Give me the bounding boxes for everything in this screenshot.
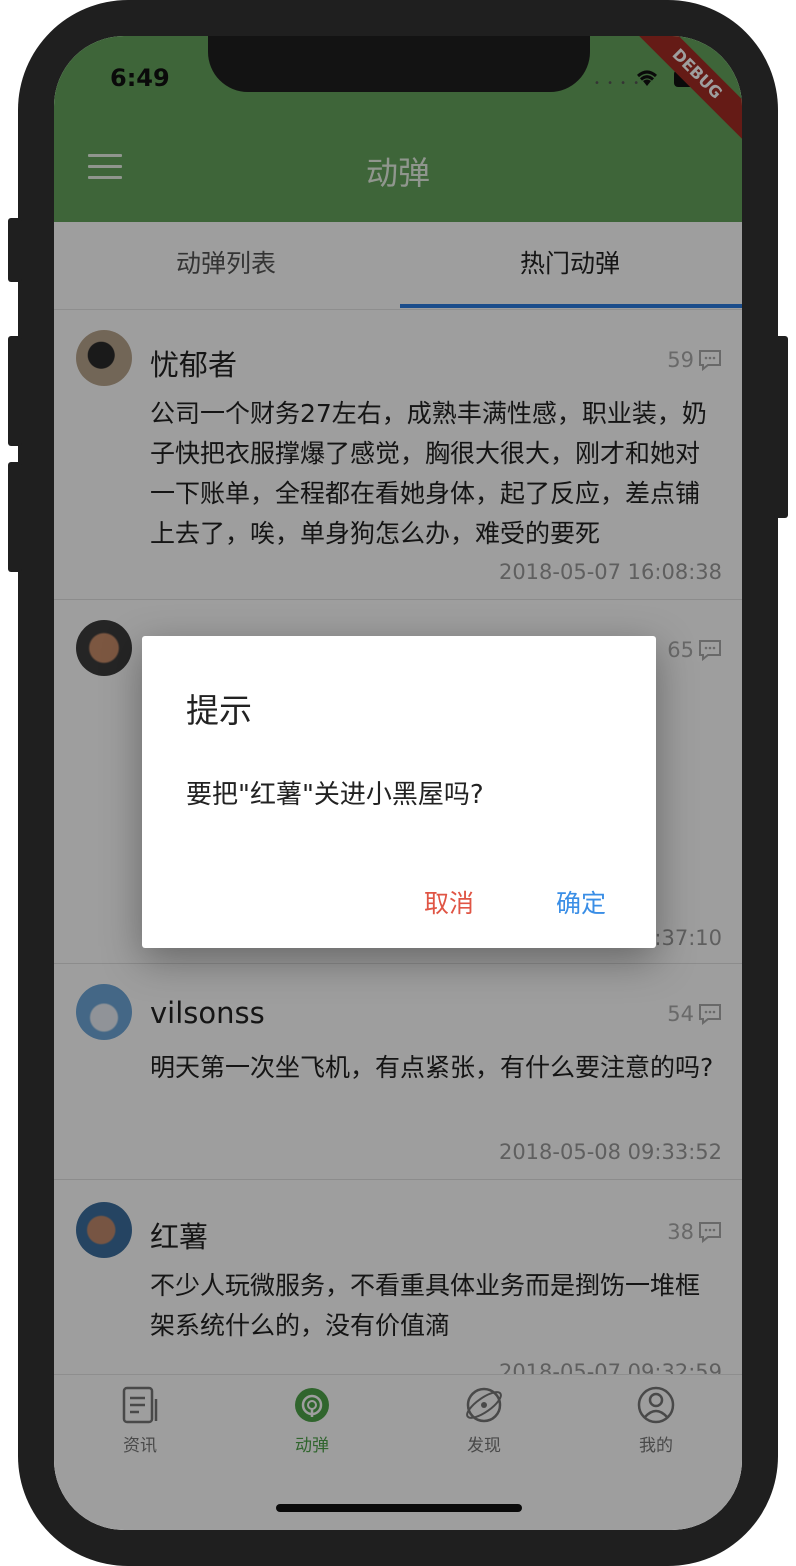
volume-down-button bbox=[8, 462, 22, 572]
dialog-message: 要把"红薯"关进小黑屋吗? bbox=[186, 780, 484, 810]
dialog-title: 提示 bbox=[186, 691, 252, 730]
mute-switch bbox=[8, 218, 22, 282]
volume-up-button bbox=[8, 336, 22, 446]
cancel-button[interactable]: 取消 bbox=[424, 884, 474, 920]
power-button bbox=[774, 336, 788, 518]
screen: 6:49 • • • • DEBUG 动弹 动弹列表 热门动弹 忧郁者 59 公… bbox=[54, 36, 742, 1530]
confirm-dialog: 提示 要把"红薯"关进小黑屋吗? 取消 确定 bbox=[142, 636, 656, 948]
confirm-button[interactable]: 确定 bbox=[556, 884, 606, 920]
